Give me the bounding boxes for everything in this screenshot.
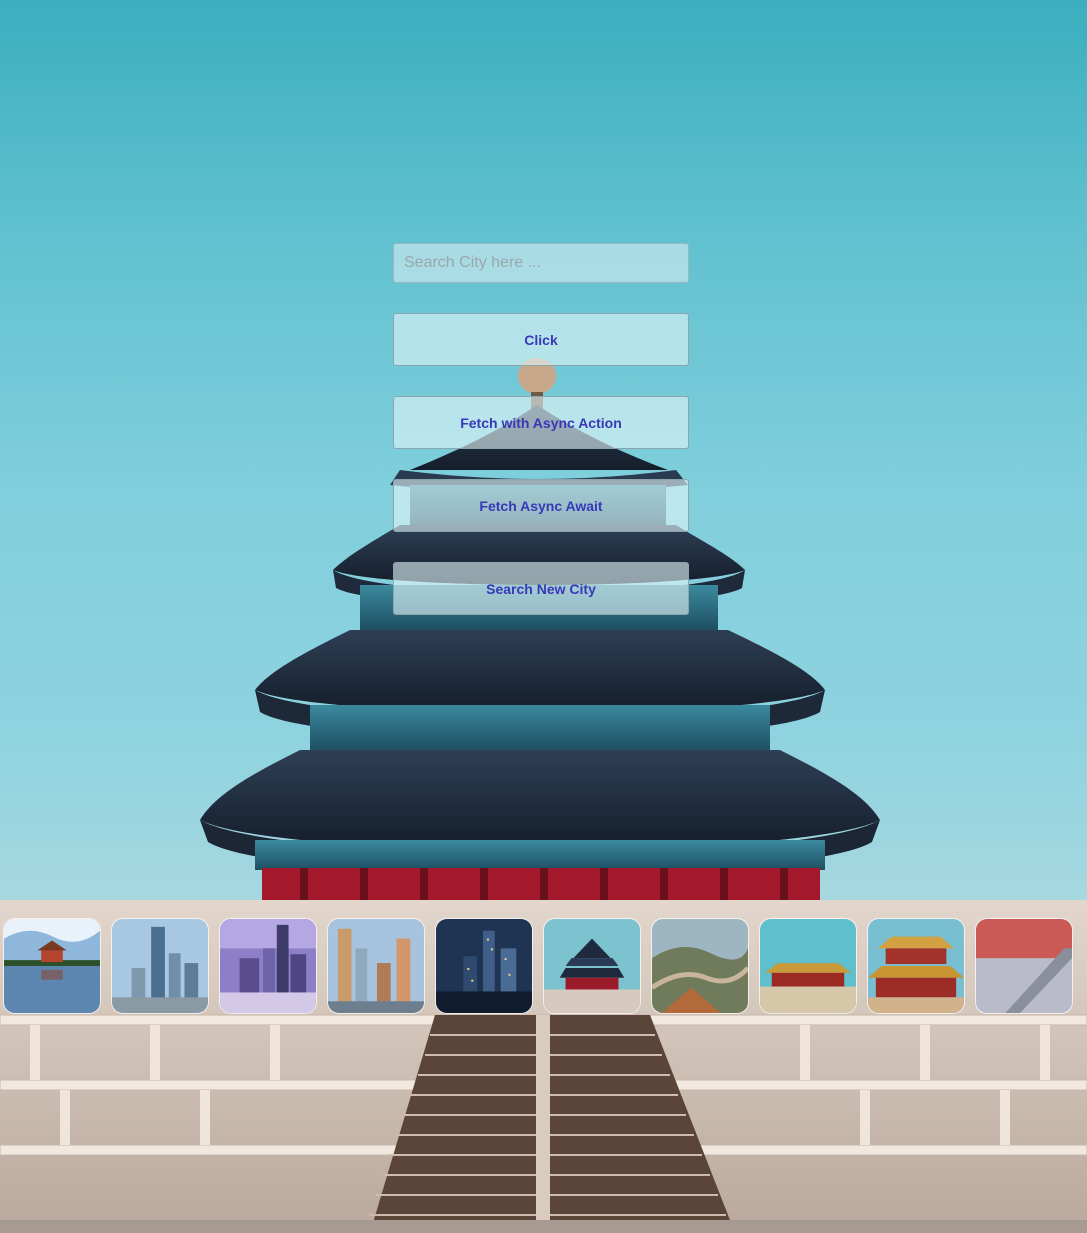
thumbnail-forbidden-city-roofs[interactable]	[759, 918, 857, 1014]
click-button[interactable]: Click	[393, 313, 689, 366]
background-temple-image	[0, 358, 1087, 1233]
search-city-input[interactable]	[393, 243, 689, 283]
thumbnail-city-skyscrapers-day[interactable]	[111, 918, 209, 1014]
thumbnail-red-wall-shadow[interactable]	[975, 918, 1073, 1014]
thumbnail-skyline-purple-dusk[interactable]	[219, 918, 317, 1014]
thumbnail-skyline-night[interactable]	[435, 918, 533, 1014]
thumbnail-great-wall[interactable]	[651, 918, 749, 1014]
page: Click Fetch with Async Action Fetch Asyn…	[0, 0, 1087, 1233]
search-new-city-button[interactable]: Search New City	[393, 562, 689, 615]
thumbnail-strip	[3, 918, 1087, 1016]
fetch-async-action-button[interactable]: Fetch with Async Action	[393, 396, 689, 449]
thumbnail-palace-reflection-lake[interactable]	[3, 918, 101, 1014]
thumbnail-golden-palace-roofs[interactable]	[867, 918, 965, 1014]
thumbnail-skyscrapers-sunset[interactable]	[327, 918, 425, 1014]
search-panel: Click Fetch with Async Action Fetch Asyn…	[393, 243, 689, 615]
thumbnail-temple-of-heaven[interactable]	[543, 918, 641, 1014]
fetch-async-await-button[interactable]: Fetch Async Await	[393, 479, 689, 532]
